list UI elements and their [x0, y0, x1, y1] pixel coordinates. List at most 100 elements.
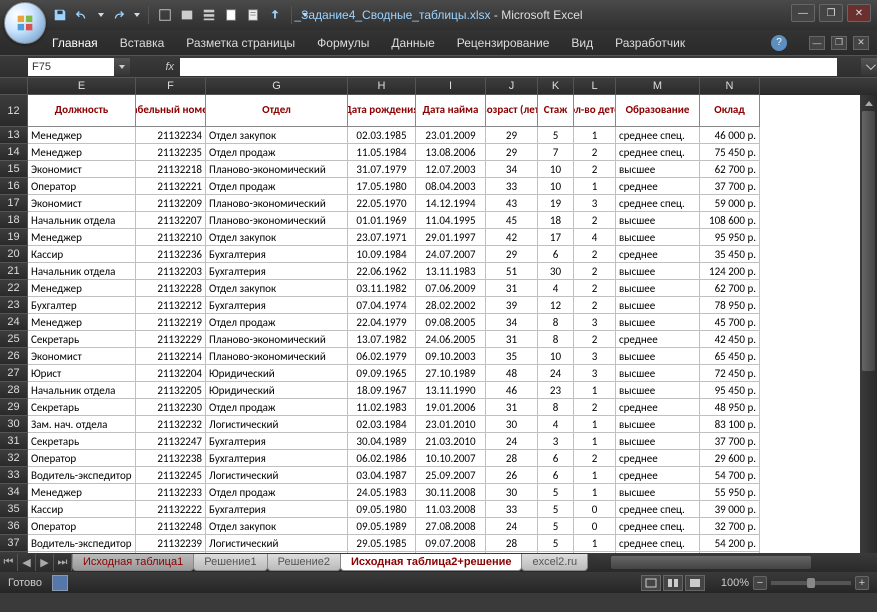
- formula-expand-icon[interactable]: [861, 58, 877, 76]
- cell[interactable]: 6: [538, 450, 574, 467]
- cell[interactable]: 8: [538, 331, 574, 348]
- cell[interactable]: 34: [486, 161, 538, 178]
- cell[interactable]: Оператор: [28, 518, 136, 535]
- cell[interactable]: Бухгалтер: [28, 297, 136, 314]
- cell[interactable]: Бухгалтерия: [206, 433, 348, 450]
- office-button[interactable]: [4, 2, 46, 44]
- row-header[interactable]: 28: [0, 382, 28, 399]
- cell[interactable]: Экономист: [28, 348, 136, 365]
- cell[interactable]: 25.09.2007: [416, 467, 486, 484]
- cell[interactable]: 11.05.1984: [348, 144, 416, 161]
- cell[interactable]: 4: [538, 416, 574, 433]
- cell[interactable]: 07.04.1974: [348, 297, 416, 314]
- cell[interactable]: 2: [574, 246, 616, 263]
- cell[interactable]: высшее: [616, 314, 700, 331]
- table-header-cell[interactable]: Кол-во детей: [574, 95, 616, 127]
- cell[interactable]: высшее: [616, 263, 700, 280]
- ribbon-tab[interactable]: Вставка: [118, 32, 167, 54]
- cell[interactable]: 03.04.1987: [348, 467, 416, 484]
- cell[interactable]: 09.09.1965: [348, 365, 416, 382]
- close-button[interactable]: ✕: [847, 4, 871, 22]
- cell[interactable]: среднее: [616, 450, 700, 467]
- cell[interactable]: 28: [486, 535, 538, 552]
- cell[interactable]: Менеджер: [28, 280, 136, 297]
- column-header[interactable]: E: [28, 78, 136, 95]
- cell[interactable]: высшее: [616, 161, 700, 178]
- row-header[interactable]: 21: [0, 263, 28, 280]
- cell[interactable]: 2: [574, 280, 616, 297]
- cell[interactable]: Бухгалтерия: [206, 263, 348, 280]
- cell[interactable]: Отдел продаж: [206, 178, 348, 195]
- cell[interactable]: Секретарь: [28, 399, 136, 416]
- cell[interactable]: 30: [486, 484, 538, 501]
- cell[interactable]: 3: [574, 348, 616, 365]
- cell[interactable]: высшее: [616, 348, 700, 365]
- cell[interactable]: 51: [486, 263, 538, 280]
- cell[interactable]: 12: [538, 297, 574, 314]
- cell[interactable]: 2: [574, 331, 616, 348]
- cell[interactable]: 33: [486, 178, 538, 195]
- cell[interactable]: 2: [574, 161, 616, 178]
- cell[interactable]: 35 450 р.: [700, 246, 760, 263]
- cell[interactable]: 03.11.1982: [348, 280, 416, 297]
- row-header[interactable]: 35: [0, 501, 28, 518]
- row-header[interactable]: 14: [0, 144, 28, 161]
- cell[interactable]: 21132222: [136, 501, 206, 518]
- cell[interactable]: 39: [486, 297, 538, 314]
- cell[interactable]: 5: [538, 484, 574, 501]
- cell[interactable]: 29: [486, 144, 538, 161]
- cell[interactable]: Экономист: [28, 195, 136, 212]
- cell[interactable]: Логистический: [206, 416, 348, 433]
- macro-record-icon[interactable]: [52, 575, 68, 591]
- cell[interactable]: 8: [538, 399, 574, 416]
- cell[interactable]: 22.05.1970: [348, 195, 416, 212]
- cell[interactable]: 35: [486, 348, 538, 365]
- vertical-scrollbar[interactable]: [860, 95, 877, 572]
- cell[interactable]: 10.09.1984: [348, 246, 416, 263]
- cell[interactable]: 24.06.2005: [416, 331, 486, 348]
- ribbon-tab[interactable]: Рецензирование: [455, 32, 552, 54]
- row-header[interactable]: 15: [0, 161, 28, 178]
- cell[interactable]: Бухгалтерия: [206, 297, 348, 314]
- column-header[interactable]: M: [616, 78, 700, 95]
- table-header-cell[interactable]: Образование: [616, 95, 700, 127]
- cell[interactable]: 31: [486, 331, 538, 348]
- cell[interactable]: среднее: [616, 399, 700, 416]
- cell[interactable]: 21132207: [136, 212, 206, 229]
- cell[interactable]: 37 700 р.: [700, 433, 760, 450]
- cell[interactable]: 23.07.1971: [348, 229, 416, 246]
- cell[interactable]: 27.10.1989: [416, 365, 486, 382]
- normal-view-button[interactable]: [641, 575, 661, 591]
- cell[interactable]: 21132204: [136, 365, 206, 382]
- cell[interactable]: 4: [538, 280, 574, 297]
- cell[interactable]: 2: [574, 450, 616, 467]
- cell[interactable]: 21132219: [136, 314, 206, 331]
- zoom-slider[interactable]: [771, 581, 851, 585]
- cell[interactable]: Кассир: [28, 246, 136, 263]
- ribbon-tab[interactable]: Главная: [50, 32, 100, 54]
- cell[interactable]: Менеджер: [28, 484, 136, 501]
- cell[interactable]: 48: [486, 365, 538, 382]
- undo-icon[interactable]: [74, 7, 90, 23]
- tab-nav-prev-icon[interactable]: ◀: [18, 554, 36, 571]
- workbook-restore-button[interactable]: ❐: [831, 36, 847, 50]
- cell[interactable]: 09.05.1989: [348, 518, 416, 535]
- cell[interactable]: 75 450 р.: [700, 144, 760, 161]
- cell[interactable]: 09.10.2003: [416, 348, 486, 365]
- cell[interactable]: Начальник отдела: [28, 382, 136, 399]
- tab-nav-last-icon[interactable]: ⏭: [54, 554, 72, 571]
- cell[interactable]: Юридический: [206, 382, 348, 399]
- save-icon[interactable]: [52, 7, 68, 23]
- cell[interactable]: 17: [538, 229, 574, 246]
- cell[interactable]: Кассир: [28, 501, 136, 518]
- cell[interactable]: Планово-экономический: [206, 195, 348, 212]
- cell[interactable]: 14.12.1994: [416, 195, 486, 212]
- cell[interactable]: 54 700 р.: [700, 467, 760, 484]
- cell[interactable]: Юридический: [206, 365, 348, 382]
- redo-dropdown-icon[interactable]: [134, 13, 140, 17]
- vertical-scroll-thumb[interactable]: [862, 111, 875, 371]
- cell[interactable]: среднее спец.: [616, 195, 700, 212]
- cell[interactable]: 34: [486, 314, 538, 331]
- cell[interactable]: 33: [486, 501, 538, 518]
- cell[interactable]: 124 200 р.: [700, 263, 760, 280]
